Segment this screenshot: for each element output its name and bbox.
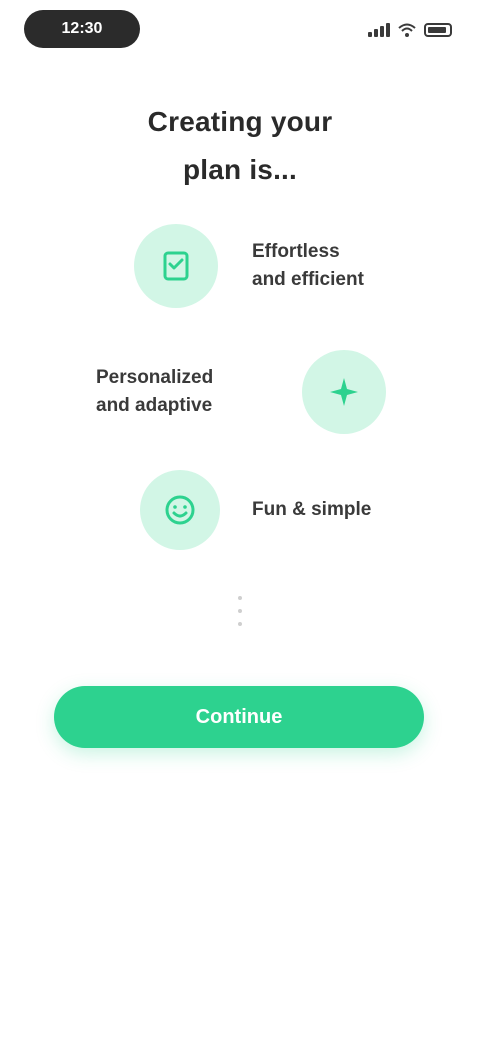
feature-label-line-1: Fun & simple bbox=[252, 499, 372, 520]
page-title: Creating your plan is... bbox=[80, 98, 400, 194]
wifi-icon bbox=[398, 23, 416, 37]
status-bar: 12:30 bbox=[0, 0, 480, 64]
feature-label-line-1: Personalized bbox=[96, 367, 214, 388]
feature-icon-circle bbox=[140, 470, 220, 550]
page-title-line-1: Creating your bbox=[147, 106, 333, 137]
signal-icon bbox=[368, 23, 390, 37]
checklist-icon bbox=[163, 251, 189, 281]
continue-button[interactable]: Continue bbox=[54, 686, 424, 748]
feature-icon-circle bbox=[302, 350, 386, 434]
feature-label: Effortless and efficient bbox=[252, 238, 402, 294]
feature-label-line-1: Effortless bbox=[252, 241, 340, 262]
divider-dots bbox=[233, 596, 247, 626]
sparkle-icon bbox=[330, 378, 358, 406]
feature-label-line-2: and adaptive bbox=[96, 395, 213, 416]
feature-effortless: Effortless and efficient bbox=[134, 224, 402, 308]
smile-icon bbox=[165, 495, 195, 525]
feature-icon-circle bbox=[134, 224, 218, 308]
status-icons bbox=[368, 18, 452, 42]
feature-label: Personalized and adaptive bbox=[96, 364, 266, 420]
feature-label: Fun & simple bbox=[252, 496, 392, 524]
feature-fun-simple: Fun & simple bbox=[140, 470, 392, 550]
feature-personalized: Personalized and adaptive bbox=[96, 350, 386, 434]
page-title-line-2: plan is... bbox=[182, 154, 298, 185]
battery-icon bbox=[424, 23, 452, 37]
feature-label-line-2: and efficient bbox=[252, 269, 364, 290]
status-time: 12:30 bbox=[24, 10, 140, 48]
